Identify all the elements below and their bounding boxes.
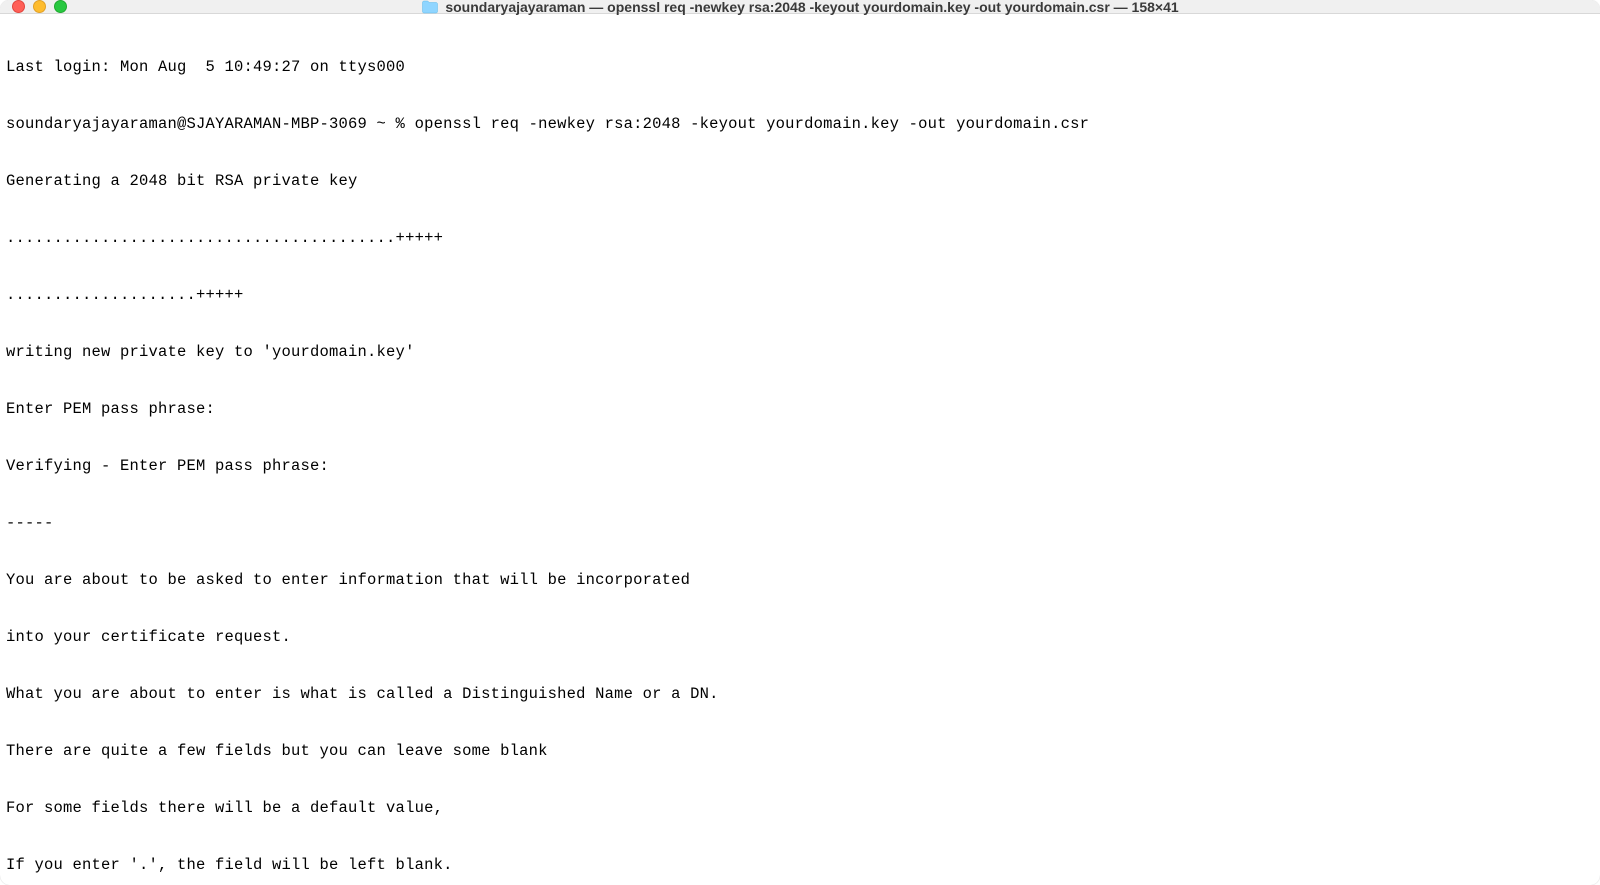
window-title: soundaryajayaraman — openssl req -newkey… xyxy=(445,0,1178,15)
minimize-button[interactable] xyxy=(33,0,46,13)
terminal-line: What you are about to enter is what is c… xyxy=(6,685,1594,704)
close-button[interactable] xyxy=(12,0,25,13)
traffic-lights xyxy=(12,0,67,13)
terminal-line: writing new private key to 'yourdomain.k… xyxy=(6,343,1594,362)
terminal-line: ....................+++++ xyxy=(6,286,1594,305)
maximize-button[interactable] xyxy=(54,0,67,13)
terminal-line: You are about to be asked to enter infor… xyxy=(6,571,1594,590)
terminal-line: ----- xyxy=(6,514,1594,533)
terminal-window: soundaryajayaraman — openssl req -newkey… xyxy=(0,0,1600,885)
terminal-line: Verifying - Enter PEM pass phrase: xyxy=(6,457,1594,476)
folder-icon xyxy=(421,0,439,14)
terminal-line: For some fields there will be a default … xyxy=(6,799,1594,818)
terminal-line: into your certificate request. xyxy=(6,628,1594,647)
terminal-line: There are quite a few fields but you can… xyxy=(6,742,1594,761)
terminal-line: soundaryajayaraman@SJAYARAMAN-MBP-3069 ~… xyxy=(6,115,1594,134)
terminal-line: Enter PEM pass phrase: xyxy=(6,400,1594,419)
terminal-line: Generating a 2048 bit RSA private key xyxy=(6,172,1594,191)
terminal-line: Last login: Mon Aug 5 10:49:27 on ttys00… xyxy=(6,58,1594,77)
terminal-body[interactable]: Last login: Mon Aug 5 10:49:27 on ttys00… xyxy=(0,14,1600,885)
terminal-line: If you enter '.', the field will be left… xyxy=(6,856,1594,875)
title-wrap: soundaryajayaraman — openssl req -newkey… xyxy=(0,0,1600,15)
terminal-line: ........................................… xyxy=(6,229,1594,248)
titlebar: soundaryajayaraman — openssl req -newkey… xyxy=(0,0,1600,14)
